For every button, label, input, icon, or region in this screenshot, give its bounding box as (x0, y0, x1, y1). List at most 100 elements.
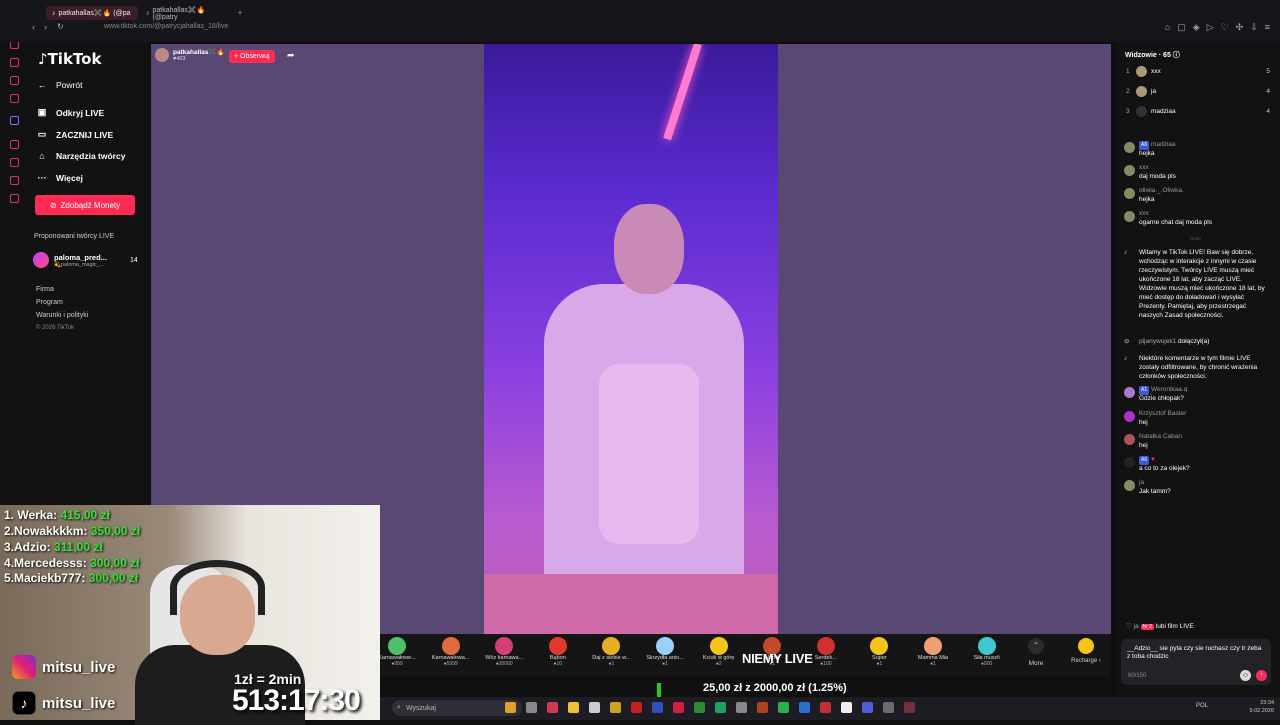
footer-link-program[interactable]: Program (36, 299, 63, 306)
gift-item[interactable]: Skrzydła anio... ●1 (640, 637, 690, 667)
gift-item[interactable]: Karnawałowa... ●6999 (426, 637, 476, 667)
back-link[interactable]: ← Powrót (36, 80, 83, 90)
more-gifts-button[interactable]: More (1024, 660, 1048, 667)
language-indicator[interactable]: POL (1196, 703, 1208, 709)
chevron-up-icon[interactable]: ⌃ (1028, 638, 1044, 654)
nav-creator-tools[interactable]: ⌂ Narzędzia twórcy (36, 151, 125, 161)
chat-message[interactable]: oliwia._.Oliwka. hejka (1124, 187, 1270, 204)
chat-message[interactable]: Natalka Caban hej (1124, 433, 1270, 450)
gift-icon (977, 637, 996, 655)
chat-message[interactable]: Krzysztof Baster hej (1124, 410, 1270, 427)
forward-nav-icon[interactable]: › (44, 22, 47, 32)
sidebar-app-icon[interactable] (10, 158, 19, 167)
share-icon[interactable]: ➦ (287, 50, 295, 61)
app-icon[interactable] (589, 702, 600, 713)
puzzle-icon[interactable]: ✣ (1236, 22, 1244, 33)
play-icon[interactable]: ▷ (1207, 22, 1214, 33)
gift-icon (441, 637, 460, 655)
nav-start-live[interactable]: ▭ ZACZNIJ LIVE (36, 129, 113, 140)
send-icon[interactable]: ↑ (1256, 670, 1267, 681)
clock[interactable]: 23:34 9.02.2026 (1250, 699, 1274, 715)
sidebar-app-icon[interactable] (10, 116, 19, 125)
shield-icon[interactable]: ◈ (1193, 22, 1200, 33)
donation-progress-bar (657, 683, 661, 697)
copyright: © 2026 TikTok (36, 325, 75, 331)
avatar (1136, 86, 1147, 97)
suggested-creator[interactable]: paloma_pred... 💫paloma_magic_... (33, 252, 107, 268)
app-icon[interactable] (526, 702, 537, 713)
app-icon[interactable] (652, 702, 663, 713)
avatar (1124, 142, 1135, 153)
viewer-count: 4 (1266, 108, 1270, 115)
gift-icon (924, 637, 942, 655)
tiktok-logo[interactable]: ♪TikTok (38, 50, 101, 68)
footer-link-company[interactable]: Firma (36, 286, 54, 293)
recharge-button[interactable]: Recharge › (1068, 638, 1104, 664)
app-icon[interactable] (694, 702, 705, 713)
app-icon[interactable] (799, 702, 810, 713)
app-icon[interactable] (820, 702, 831, 713)
chat-message[interactable]: A6 ♥ a co to za olejek? (1124, 456, 1270, 473)
address-bar[interactable]: www.tiktok.com/@patrycjahallas_18/live (104, 23, 228, 30)
download-icon[interactable]: ⇩ (1250, 22, 1258, 33)
gift-item[interactable]: Wóz karnawa... ●20000 (479, 637, 529, 667)
nav-more[interactable]: ··· Więcej (36, 173, 83, 183)
emoji-icon[interactable]: ☺ (1240, 670, 1251, 681)
sidebar-app-icon[interactable] (10, 194, 19, 203)
top-viewer[interactable]: 2 ja 4 (1126, 86, 1270, 97)
app-icon[interactable] (883, 702, 894, 713)
app-icon[interactable] (631, 702, 642, 713)
gift-item[interactable]: Mamma Mia ●1 (908, 637, 958, 667)
follow-button[interactable]: + Obserwuj (229, 50, 275, 63)
gift-item[interactable]: Siła muszli ●900 (962, 637, 1012, 667)
chat-message[interactable]: xxx ogarne chat daj moda pls (1124, 210, 1270, 227)
gift-price: ●20000 (495, 661, 513, 667)
camera-icon[interactable]: ▢ (1177, 22, 1186, 33)
tab[interactable]: ♪ patkahallas✖️🔥 (@patry (140, 6, 232, 21)
taskbar-search[interactable]: ⌕ Wyszukaj (392, 700, 522, 716)
gift-item[interactable]: Super ●1 (854, 637, 904, 667)
tab-active[interactable]: ♪ patkahallas✖️🔥 (@pa (46, 6, 138, 20)
discord-icon[interactable] (862, 702, 873, 713)
sidebar-app-icon[interactable] (10, 140, 19, 149)
chat-message[interactable]: xxx daj moda pls (1124, 164, 1270, 181)
menu-icon[interactable]: ≡ (1265, 22, 1270, 33)
reload-icon[interactable]: ↻ (57, 22, 64, 31)
viewers-title[interactable]: Widzowie · 65 ⓘ (1125, 50, 1180, 60)
live-video[interactable] (484, 44, 778, 634)
obs-icon[interactable] (904, 702, 915, 713)
opera-icon[interactable] (547, 702, 558, 713)
app-icon[interactable] (715, 702, 726, 713)
nav-discover-live[interactable]: ▣ Odkryj LIVE (36, 107, 104, 118)
donor-name: 1. Werka: (4, 508, 58, 522)
gift-item[interactable]: Daj z siebie w... ●1 (586, 637, 636, 667)
chat-input-text[interactable]: __Adzio__ sie pyta czy sie ruchasz czy t… (1127, 645, 1262, 661)
app-icon[interactable] (505, 702, 516, 713)
footer-link-terms[interactable]: Warunki i polityki (36, 312, 88, 319)
app-icon[interactable] (736, 702, 747, 713)
heart-icon[interactable]: ♡ (1221, 22, 1229, 33)
chat-message[interactable]: A1 Weronikaa.q Gdzie chłopak? (1124, 386, 1270, 403)
new-tab-button[interactable]: + (232, 6, 248, 20)
gift-item[interactable]: Kciuk w górę ●2 (694, 637, 744, 667)
sidebar-app-icon[interactable] (10, 94, 19, 103)
sidebar-app-icon[interactable] (10, 176, 19, 185)
app-icon[interactable] (610, 702, 621, 713)
gift-price: ●1 (876, 661, 883, 667)
back-nav-icon[interactable]: ‹ (32, 22, 35, 32)
get-coins-button[interactable]: ⊘ Zdobądź Monety (35, 195, 135, 215)
gift-item[interactable]: Bąbon ●10 (533, 637, 583, 667)
host-profile[interactable]: patkahallas✖️🔥 ♥403 (155, 48, 225, 62)
chat-message[interactable]: A6 madziaa hejka (1124, 141, 1270, 158)
tiktok-icon[interactable] (673, 702, 684, 713)
app-icon[interactable] (841, 702, 852, 713)
sidebar-app-icon[interactable] (10, 76, 19, 85)
folder-icon[interactable] (568, 702, 579, 713)
app-icon[interactable] (757, 702, 768, 713)
top-viewer[interactable]: 1 xxx 5 (1126, 66, 1270, 77)
sidebar-app-icon[interactable] (10, 58, 19, 67)
bookmark-icon[interactable]: ⌂ (1165, 22, 1170, 33)
top-viewer[interactable]: 3 madziaa 4 (1126, 106, 1270, 117)
chat-message[interactable]: ja Jak tamm? (1124, 479, 1270, 496)
spotify-icon[interactable] (778, 702, 789, 713)
